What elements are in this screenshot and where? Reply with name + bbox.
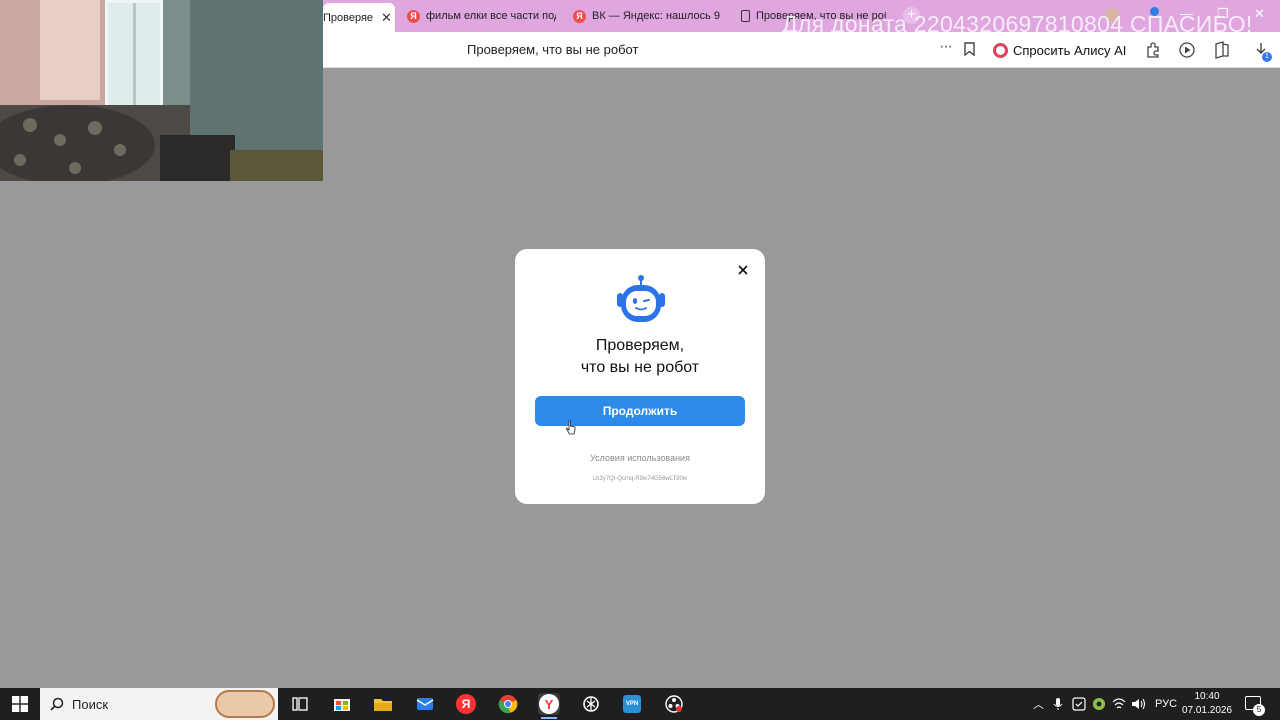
captcha-dialog: Проверяем, что вы не робот Продолжить Ус… [515,249,765,504]
volume-icon[interactable] [1131,697,1146,711]
yandex-icon: Я [407,9,420,23]
webcam-overlay [0,0,323,181]
terms-link[interactable]: Условия использования [515,453,765,463]
close-icon[interactable] [736,263,750,277]
clock-time: 10:40 [1194,691,1220,702]
notifications-badge: 5 [1253,704,1265,716]
security-tray-icon[interactable] [1092,697,1106,711]
search-placeholder: Поиск [72,696,109,712]
chrome-icon[interactable] [497,693,519,715]
taskbar: Поиск Я Y VPN ︿ РУС 10:40 07.01.2026 5 [0,688,1280,720]
tab-label: ВК — Яндекс: нашлось 9 млн результатов [592,10,722,22]
page-title[interactable]: Проверяем, что вы не робот [467,42,638,57]
tab[interactable]: Я ВК — Яндекс: нашлось 9 млн результатов [573,4,723,28]
active-indicator [541,717,557,719]
microphone-icon[interactable] [1053,697,1063,711]
robot-icon [617,275,665,322]
media-icon[interactable] [1178,41,1196,59]
tab-active[interactable]: Проверяем, что вы не робот ✕ [323,3,395,32]
collections-icon[interactable] [1213,41,1231,59]
windows-start-icon[interactable] [12,696,28,712]
bookmark-icon[interactable] [964,42,975,56]
clock-date: 07.01.2026 [1181,705,1233,716]
app-tray-icon[interactable] [1072,697,1086,711]
chatgpt-icon[interactable] [580,693,602,715]
tab-label: фильм елки все части подряд [426,10,556,22]
tab[interactable]: Я фильм елки все части подряд [407,4,557,28]
dialog-title: Проверяем, что вы не робот [515,335,765,379]
more-icon[interactable]: ··· [939,38,953,56]
webcam-feed-image [0,0,323,181]
obs-icon[interactable] [663,693,685,715]
dialog-title-line2: что вы не робот [580,359,700,376]
close-tab-icon[interactable]: ✕ [381,10,392,26]
taskbar-search[interactable]: Поиск [40,688,278,720]
alice-icon [993,42,1008,58]
store-icon[interactable] [331,693,353,715]
tray-overflow-icon[interactable]: ︿ [1033,688,1044,720]
dialog-title-line1: Проверяем, [595,337,685,354]
mail-icon[interactable] [414,693,436,715]
restore-icon[interactable]: ❐ [1217,6,1229,22]
yandex-browser-icon[interactable]: Y [538,693,560,719]
request-id: Lb3y7Qt-Qcmq-R8w74G56wLT90w [592,476,688,482]
yandex-icon: Я [573,9,586,23]
yandex-icon[interactable]: Я [455,693,477,715]
search-highlight-image[interactable] [215,690,275,718]
file-explorer-icon[interactable] [372,693,394,715]
search-icon [50,697,64,711]
vpn-icon[interactable]: VPN [621,693,643,715]
tab-label: Проверяем, что вы не робот [323,11,373,24]
wifi-icon[interactable] [1112,697,1126,711]
document-icon [741,10,750,22]
mouse-cursor-icon [566,420,576,435]
alice-label: Спросить Алису AI [1013,42,1127,58]
close-window-icon[interactable]: ✕ [1254,6,1265,22]
ask-alice-button[interactable]: Спросить Алису AI [993,39,1126,61]
minimize-icon[interactable]: — [1180,6,1193,21]
extensions-icon[interactable] [1144,41,1162,59]
task-view-icon[interactable] [289,693,311,715]
language-indicator[interactable]: РУС [1155,688,1177,720]
clock[interactable]: 10:40 07.01.2026 [1180,690,1234,718]
downloads-badge: 1 [1262,52,1272,62]
